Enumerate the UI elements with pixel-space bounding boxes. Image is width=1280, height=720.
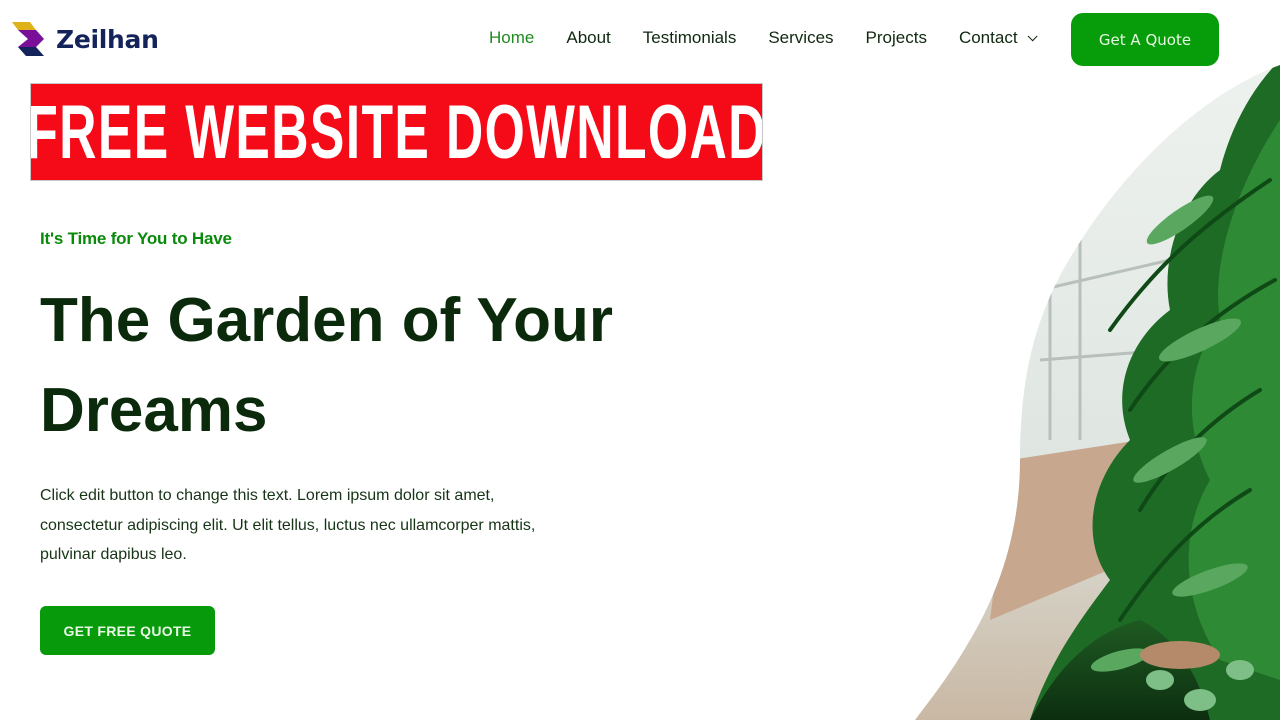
promo-banner: FREE WEBSITE DOWNLOAD: [30, 83, 763, 181]
hero-description: Click edit button to change this text. L…: [40, 487, 536, 563]
hero-eyebrow: It's Time for You to Have: [40, 229, 232, 248]
chevron-down-icon[interactable]: [1027, 30, 1038, 41]
nav-item-contact[interactable]: Contact: [958, 28, 1038, 48]
nav-item-projects[interactable]: Projects: [866, 28, 927, 48]
get-a-quote-button[interactable]: Get A Quote: [1071, 13, 1219, 66]
zeilhan-logo-icon: [12, 22, 44, 56]
get-free-quote-button[interactable]: GET FREE QUOTE: [40, 606, 215, 655]
nav-item-testimonials[interactable]: Testimonials: [643, 28, 737, 48]
main-nav: Home About Testimonials Services Project…: [489, 28, 1066, 48]
brand-name: Zeilhan: [56, 24, 159, 54]
hero-headline: The Garden of Your Dreams: [40, 276, 660, 456]
brand-logo[interactable]: Zeilhan: [10, 20, 159, 58]
hero-headline-line1: The Garden of Your: [40, 286, 613, 355]
hero-headline-line2: Dreams: [40, 376, 268, 445]
nav-item-contact-label: Contact: [958, 28, 1018, 47]
nav-item-services[interactable]: Services: [768, 28, 833, 48]
hero-garden-image: [915, 65, 1280, 720]
nav-item-home[interactable]: Home: [489, 28, 534, 48]
promo-banner-text: FREE WEBSITE DOWNLOAD: [30, 89, 763, 175]
nav-item-about[interactable]: About: [566, 28, 610, 48]
